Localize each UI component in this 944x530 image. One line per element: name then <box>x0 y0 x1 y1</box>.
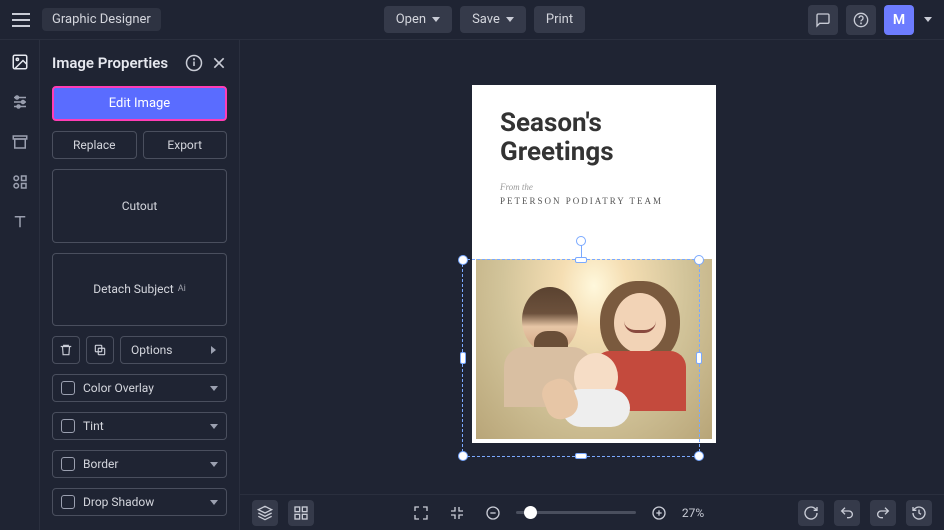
resize-handle-tl[interactable] <box>458 255 468 265</box>
grid-icon <box>293 505 309 521</box>
color-overlay-property[interactable]: Color Overlay <box>52 374 227 402</box>
chevron-down-icon <box>210 462 218 467</box>
text-tool[interactable] <box>10 212 30 232</box>
shapes-icon <box>11 173 29 191</box>
chevron-down-icon <box>210 500 218 505</box>
zoom-slider-knob[interactable] <box>524 506 537 519</box>
fullscreen-button[interactable] <box>408 500 434 526</box>
fit-button[interactable] <box>444 500 470 526</box>
layers-icon <box>257 505 273 521</box>
main-menu-button[interactable] <box>12 13 30 27</box>
options-button[interactable]: Options <box>120 336 227 364</box>
help-icon <box>853 12 869 28</box>
collapse-icon <box>449 505 465 521</box>
save-label: Save <box>472 12 500 27</box>
history-icon <box>911 505 927 521</box>
chevron-right-icon <box>211 346 216 354</box>
image-icon <box>11 53 29 71</box>
checkbox-icon <box>61 457 75 471</box>
border-property[interactable]: Border <box>52 450 227 478</box>
trash-icon <box>59 343 73 357</box>
left-tool-rail <box>0 40 40 530</box>
card-team-line: PETERSON PODIATRY TEAM <box>472 192 716 206</box>
text-icon <box>11 213 29 231</box>
adjustments-tool[interactable] <box>10 92 30 112</box>
resize-handle-bl[interactable] <box>458 451 468 461</box>
zoom-slider[interactable] <box>516 511 636 514</box>
redo-button[interactable] <box>870 500 896 526</box>
checkbox-icon <box>61 419 75 433</box>
shapes-tool[interactable] <box>10 172 30 192</box>
resize-handle-b[interactable] <box>575 453 587 459</box>
options-label: Options <box>131 343 173 357</box>
sliders-icon <box>11 93 29 111</box>
card-photo[interactable] <box>476 259 712 439</box>
print-label: Print <box>546 12 573 27</box>
chevron-down-icon <box>210 424 218 429</box>
checkbox-icon <box>61 495 75 509</box>
delete-button[interactable] <box>52 336 80 364</box>
info-icon <box>185 54 203 72</box>
resize-handle-l[interactable] <box>460 352 466 364</box>
history-button[interactable] <box>906 500 932 526</box>
grid-button[interactable] <box>288 500 314 526</box>
comments-button[interactable] <box>808 5 838 35</box>
export-button[interactable]: Export <box>143 131 228 159</box>
refresh-button[interactable] <box>798 500 824 526</box>
user-menu-chevron-icon[interactable] <box>924 17 932 22</box>
tint-property[interactable]: Tint <box>52 412 227 440</box>
panel-info-button[interactable] <box>185 54 203 72</box>
zoom-value: 27% <box>682 506 704 520</box>
archive-icon <box>11 133 29 151</box>
cutout-button[interactable]: Cutout <box>52 169 227 243</box>
property-label: Drop Shadow <box>83 495 154 509</box>
chevron-down-icon <box>506 17 514 22</box>
app-title: Graphic Designer <box>42 8 161 31</box>
bottom-toolbar: 27% <box>240 494 944 530</box>
expand-icon <box>413 505 429 521</box>
print-button[interactable]: Print <box>534 6 585 33</box>
panel-close-button[interactable] <box>211 55 227 71</box>
copy-icon <box>93 343 107 357</box>
detach-subject-button[interactable]: Detach Subject Ai <box>52 253 227 327</box>
minus-circle-icon <box>485 505 501 521</box>
edit-image-button[interactable]: Edit Image <box>52 86 227 121</box>
chevron-down-icon <box>210 386 218 391</box>
open-button[interactable]: Open <box>384 6 452 33</box>
drop-shadow-property[interactable]: Drop Shadow <box>52 488 227 516</box>
chevron-down-icon <box>432 17 440 22</box>
resize-handle-br[interactable] <box>694 451 704 461</box>
property-label: Border <box>83 457 118 471</box>
card-subtitle: From the <box>472 166 716 192</box>
property-label: Color Overlay <box>83 381 154 395</box>
zoom-out-button[interactable] <box>480 500 506 526</box>
plus-circle-icon <box>651 505 667 521</box>
open-label: Open <box>396 12 426 27</box>
canvas[interactable]: Season'sGreetings From the PETERSON PODI… <box>240 40 944 494</box>
image-properties-panel: Image Properties Edit Image Replace Expo… <box>40 40 240 530</box>
detach-subject-label: Detach Subject <box>93 282 173 296</box>
refresh-icon <box>803 505 819 521</box>
user-avatar[interactable]: M <box>884 5 914 35</box>
family-photo-placeholder <box>476 259 712 439</box>
help-button[interactable] <box>846 5 876 35</box>
undo-button[interactable] <box>834 500 860 526</box>
undo-icon <box>839 505 855 521</box>
close-icon <box>211 55 227 71</box>
duplicate-button[interactable] <box>86 336 114 364</box>
ai-badge: Ai <box>178 284 186 294</box>
save-button[interactable]: Save <box>460 6 526 33</box>
zoom-in-button[interactable] <box>646 500 672 526</box>
property-label: Tint <box>83 419 104 433</box>
panel-title: Image Properties <box>52 54 177 72</box>
images-tool[interactable] <box>10 52 30 72</box>
redo-icon <box>875 505 891 521</box>
card-heading: Season'sGreetings <box>472 85 716 166</box>
layers-tool[interactable] <box>10 132 30 152</box>
layers-button[interactable] <box>252 500 278 526</box>
checkbox-icon <box>61 381 75 395</box>
design-card[interactable]: Season'sGreetings From the PETERSON PODI… <box>472 85 716 443</box>
replace-button[interactable]: Replace <box>52 131 137 159</box>
comment-icon <box>815 12 831 28</box>
